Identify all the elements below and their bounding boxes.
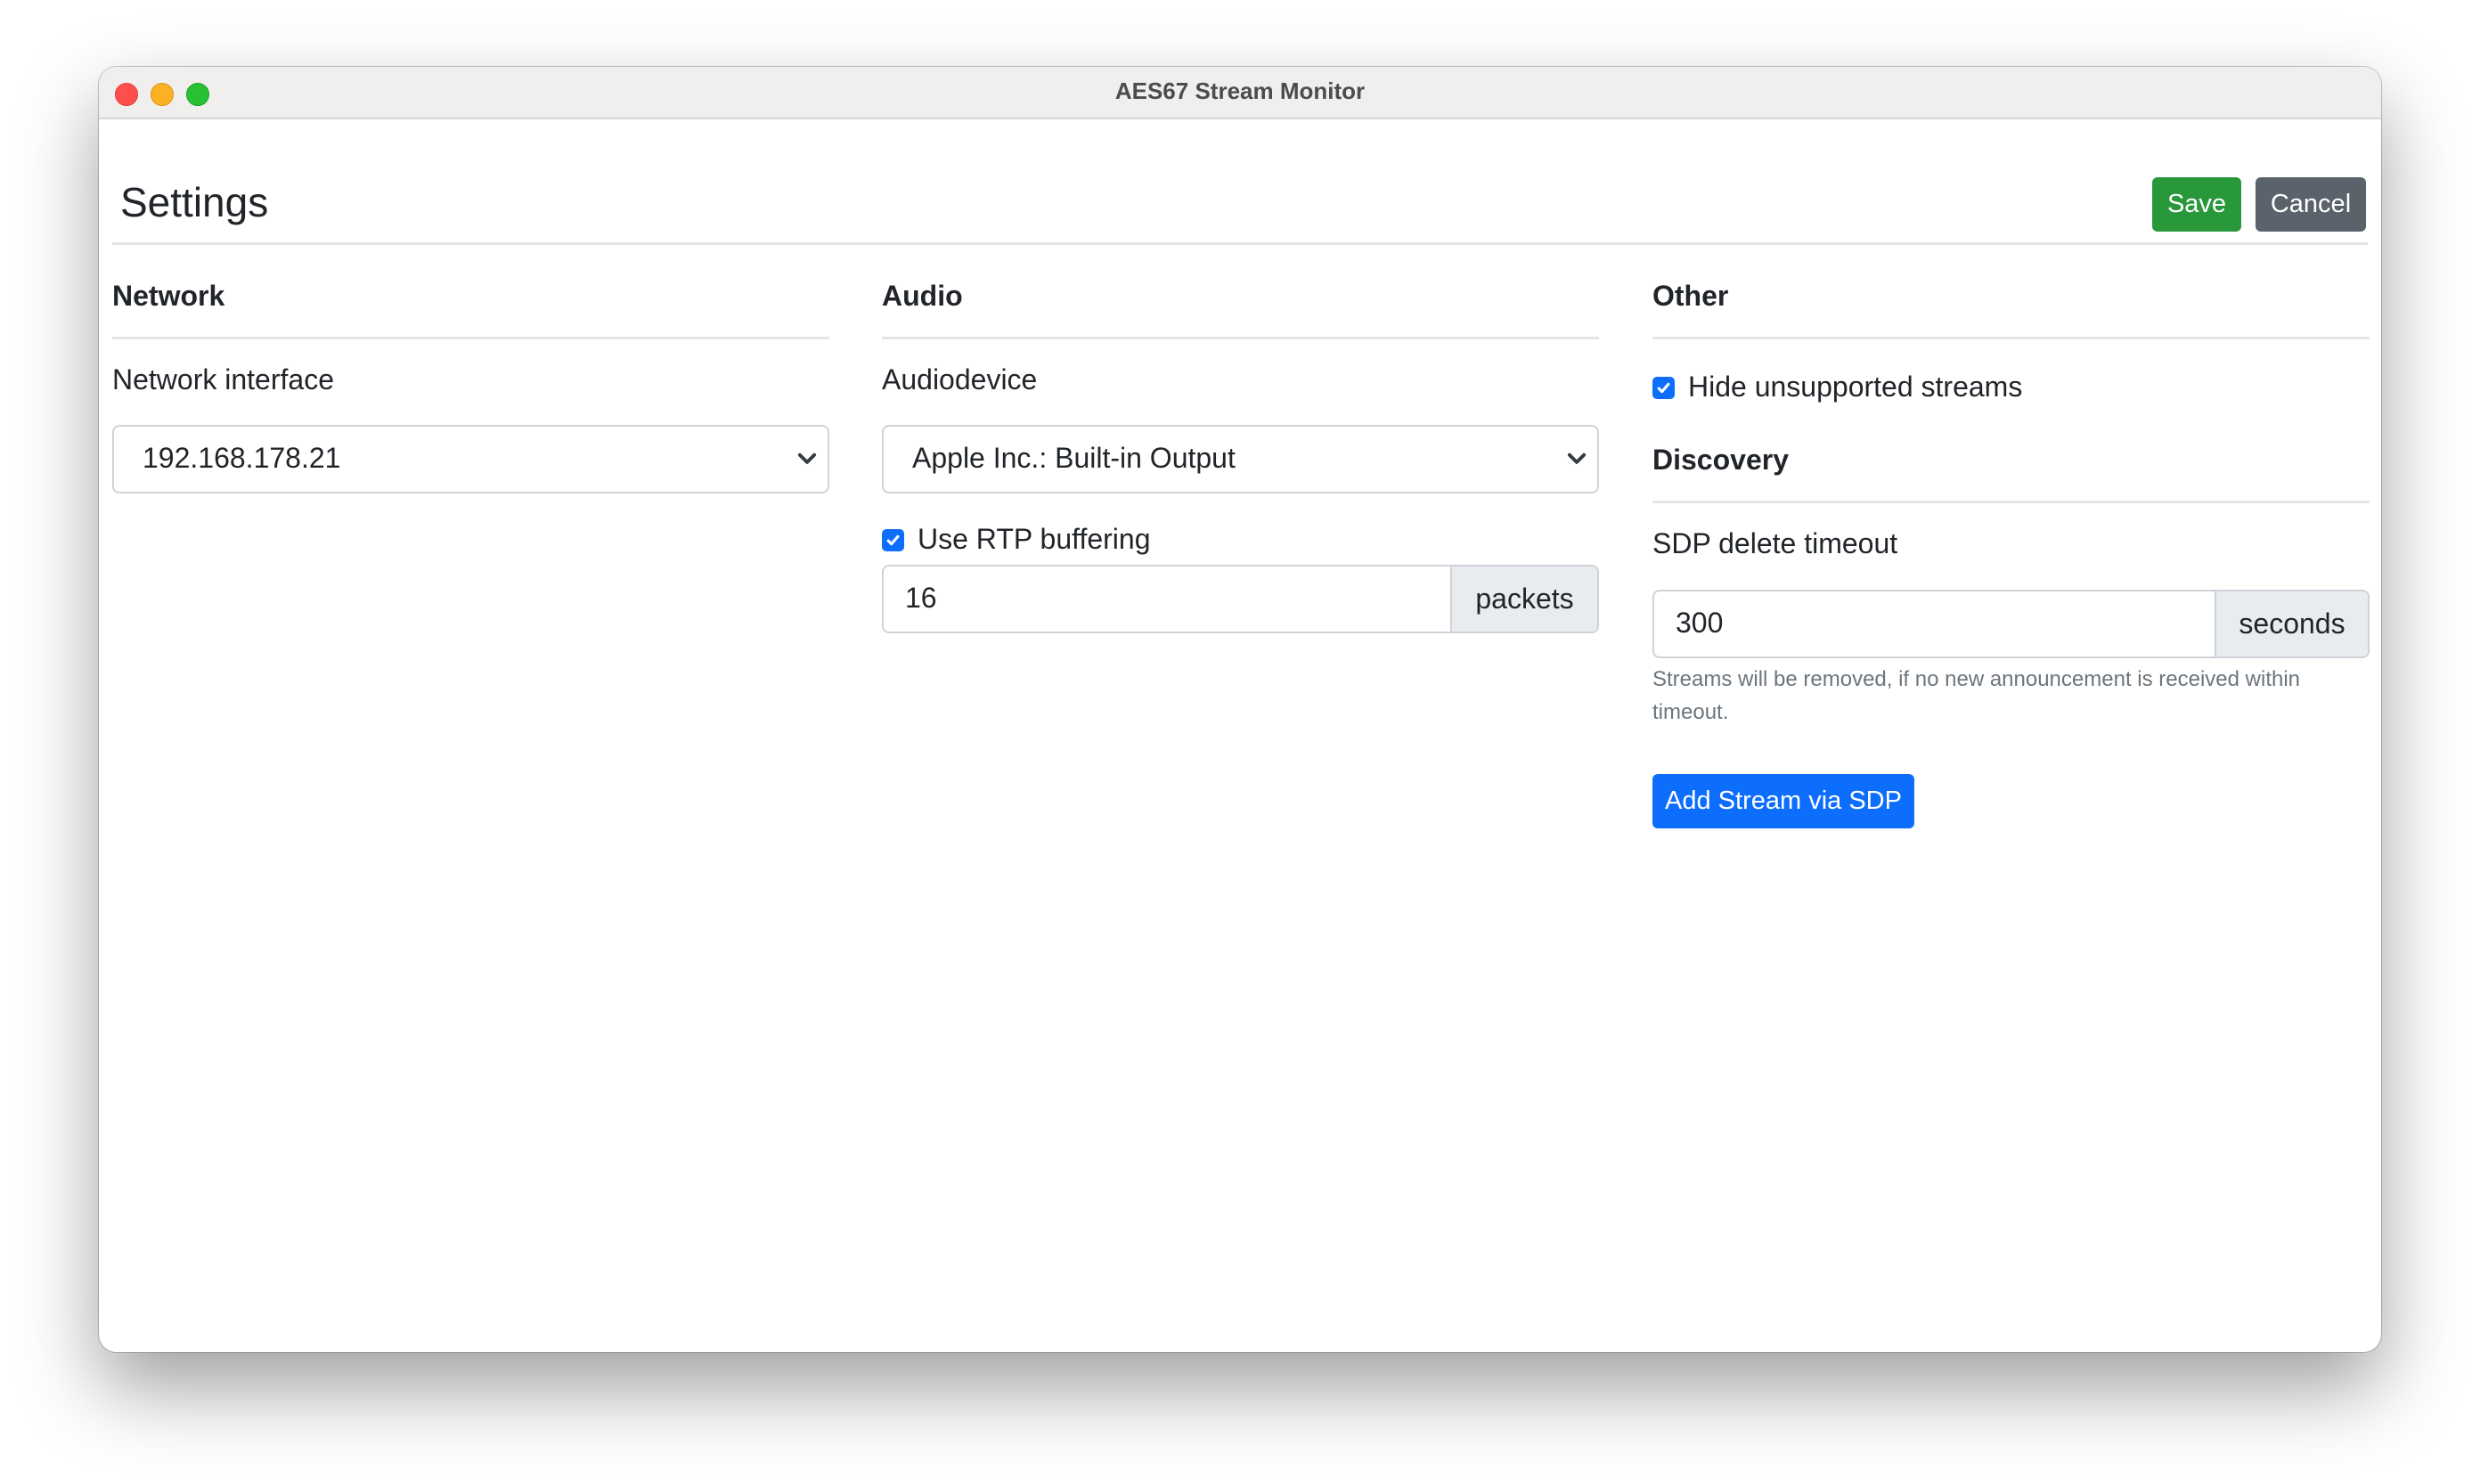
sdp-timeout-input-group: 300 seconds [1652,590,2370,658]
window-title: AES67 Stream Monitor [1114,77,1366,104]
audiodevice-value: Apple Inc.: Built-in Output [912,442,1236,474]
rtp-buffer-size-input[interactable]: 16 [905,582,937,615]
audio-section-title: Audio [882,280,963,312]
other-column: Other Hide unsupported streams Discovery… [1652,118,2370,1352]
title-bar[interactable]: AES67 Stream Monitor [99,67,2381,119]
network-interface-label: Network interface [112,363,334,395]
app-window: AES67 Stream Monitor Settings Save Cance… [99,67,2381,1352]
section-divider [1652,337,2370,339]
seconds-unit-addon: seconds [2215,591,2368,656]
section-divider [112,337,829,339]
audiodevice-select[interactable]: Apple Inc.: Built-in Output [882,425,1599,493]
chevron-down-icon [1567,453,1587,464]
sdp-timeout-help-text: Streams will be removed, if no new annou… [1652,667,2301,724]
sdp-timeout-input[interactable]: 300 [1676,607,1723,640]
sdp-timeout-label: SDP delete timeout [1652,527,1898,559]
other-section-title: Other [1652,280,1729,312]
section-divider [882,337,1599,339]
network-interface-value: 192.168.178.21 [143,442,341,474]
chevron-down-icon [797,453,817,464]
add-stream-via-sdp-button[interactable]: Add Stream via SDP [1652,774,1914,828]
rtp-buffering-checkbox[interactable] [882,529,904,551]
checkmark-icon [1657,382,1670,394]
packets-unit-addon: packets [1450,567,1597,632]
network-interface-select[interactable]: 192.168.178.21 [112,425,829,493]
network-section-title: Network [112,280,225,312]
discovery-section-title: Discovery [1652,444,1789,476]
audio-column: Audio Audiodevice Apple Inc.: Built-in O… [882,118,1599,1352]
rtp-buffer-input-group: 16 packets [882,565,1599,633]
settings-page: Settings Save Cancel Network Network int… [99,118,2381,1352]
audiodevice-label: Audiodevice [882,363,1038,395]
network-column: Network Network interface 192.168.178.21 [112,118,829,1352]
rtp-buffering-label[interactable]: Use RTP buffering [918,523,1150,556]
section-divider [1652,501,2370,503]
checkmark-icon [886,534,900,546]
hide-unsupported-checkbox[interactable] [1652,377,1675,399]
hide-unsupported-label[interactable]: Hide unsupported streams [1688,371,2022,404]
